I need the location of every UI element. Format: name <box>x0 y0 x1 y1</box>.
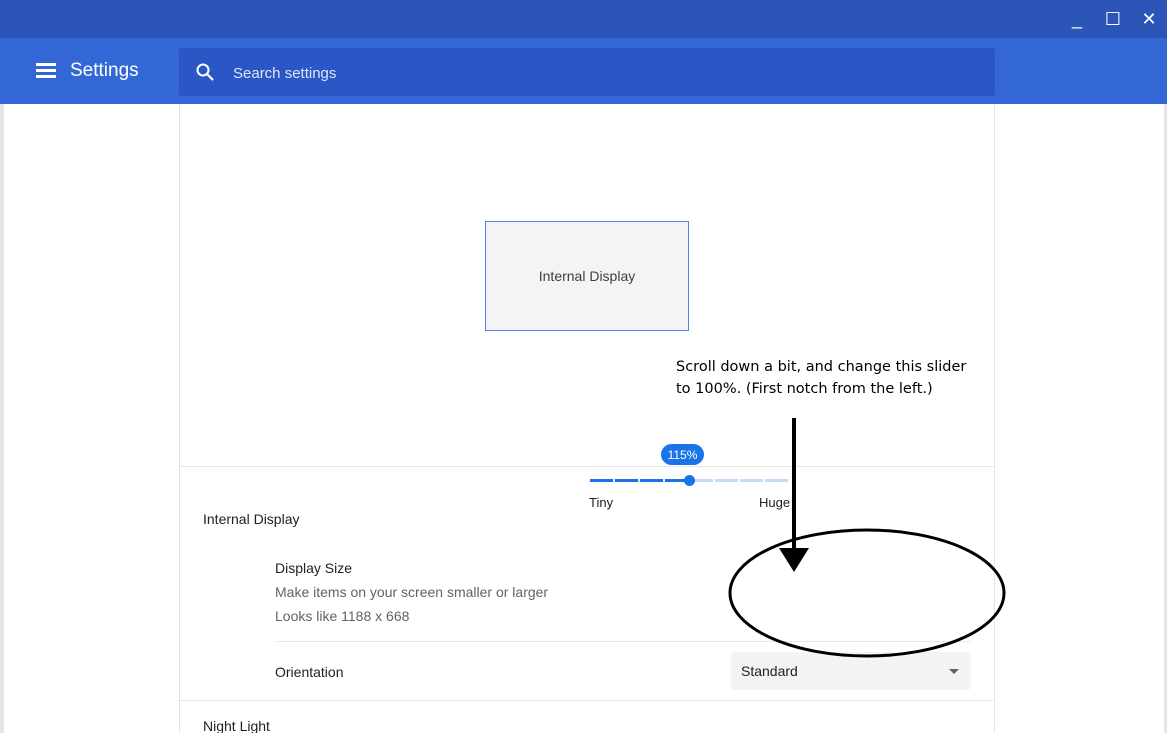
display-arrangement-area: Internal Display <box>180 104 994 467</box>
page-title: Settings <box>70 60 139 81</box>
left-gutter <box>0 104 4 733</box>
display-size-slider[interactable] <box>584 475 794 487</box>
displays-settings-card: Internal Display Internal Display Displa… <box>179 104 995 733</box>
slider-value-bubble: 115% <box>661 444 704 465</box>
window-controls: _ ☐ ✕ <box>1059 0 1167 38</box>
close-button[interactable]: ✕ <box>1131 0 1167 38</box>
annotation-line-2: to 100%. (First notch from the left.) <box>676 381 933 397</box>
maximize-button[interactable]: ☐ <box>1095 0 1131 38</box>
dropdown-arrow-icon <box>949 669 959 674</box>
slider-max-label: Huge <box>759 495 791 510</box>
minimize-icon: _ <box>1071 8 1082 29</box>
hamburger-menu-icon[interactable] <box>36 63 58 79</box>
minimize-button[interactable]: _ <box>1059 0 1095 38</box>
search-bar[interactable] <box>179 48 995 96</box>
window-title-bar: _ ☐ ✕ <box>0 0 1167 38</box>
orientation-value: Standard <box>741 663 798 679</box>
row-divider <box>275 641 971 642</box>
annotation-note: Scroll down a bit, and change this slide… <box>676 356 966 400</box>
orientation-select[interactable]: Standard <box>731 652 971 690</box>
slider-knob[interactable] <box>683 475 695 486</box>
section-divider <box>180 700 994 701</box>
annotation-line-1: Scroll down a bit, and change this slide… <box>676 359 967 375</box>
slider-notch[interactable] <box>763 479 765 482</box>
slider-notch[interactable] <box>738 479 740 482</box>
slider-notch[interactable] <box>588 479 590 482</box>
orientation-label: Orientation <box>275 664 344 680</box>
internal-display-section-title: Internal Display <box>203 511 300 527</box>
search-input[interactable] <box>233 62 973 84</box>
internal-display-tile[interactable]: Internal Display <box>485 221 689 331</box>
settings-app-bar: Settings <box>0 38 1167 104</box>
display-tile-label: Internal Display <box>538 268 636 284</box>
maximize-icon: ☐ <box>1104 8 1122 29</box>
display-size-label: Display Size <box>275 560 353 576</box>
slider-notch[interactable] <box>663 479 665 482</box>
slider-notch[interactable] <box>788 479 790 482</box>
display-size-resolution: Looks like 1188 x 668 <box>275 608 410 624</box>
display-size-description: Make items on your screen smaller or lar… <box>275 584 549 600</box>
slider-notch[interactable] <box>713 479 715 482</box>
slider-notch[interactable] <box>613 479 615 482</box>
close-icon: ✕ <box>1141 8 1157 29</box>
slider-min-label: Tiny <box>589 495 614 510</box>
search-icon <box>196 63 214 81</box>
night-light-label: Night Light <box>203 718 270 733</box>
slider-notch[interactable] <box>638 479 640 482</box>
